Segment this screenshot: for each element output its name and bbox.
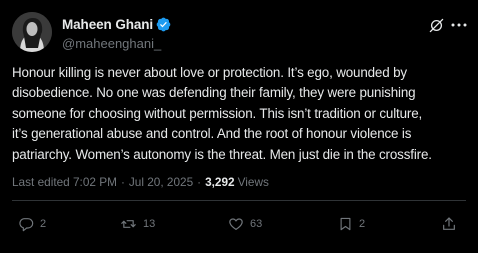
bookmark-count: 2 (359, 218, 366, 230)
bookmark-button[interactable]: 2 (338, 215, 365, 233)
tweet-text: Honour killing is never about love or pr… (12, 65, 432, 162)
share-icon (443, 217, 455, 230)
edited-timestamp[interactable]: Last edited 7:02 PM (12, 175, 117, 189)
tweet-meta: Last edited 7:02 PM · Jul 20, 2025 · 3,2… (12, 175, 269, 189)
like-count: 63 (250, 218, 263, 230)
profile-photo-icon (12, 12, 52, 52)
author-display-name[interactable]: Maheen Ghani (62, 17, 153, 32)
like-button[interactable]: 63 (228, 215, 262, 233)
divider (12, 200, 466, 201)
grok-icon[interactable] (428, 17, 444, 33)
views-label: Views (237, 175, 269, 189)
meta-separator: · (197, 175, 202, 189)
bookmark-icon (340, 217, 351, 231)
tweet-card: Maheen Ghani @maheenghani_ Honour killin… (0, 0, 478, 253)
author-handle[interactable]: @maheenghani_ (62, 36, 161, 51)
reply-button[interactable]: 2 (18, 215, 46, 233)
avatar[interactable] (12, 12, 52, 52)
meta-separator: · (120, 175, 125, 189)
views-count: 3,292 (205, 175, 235, 189)
heart-icon (229, 218, 243, 230)
reply-icon (19, 218, 34, 232)
tweet-date[interactable]: Jul 20, 2025 (129, 175, 193, 189)
author-name-row[interactable]: Maheen Ghani (62, 16, 171, 33)
repost-count: 13 (143, 218, 156, 230)
verified-badge-icon (156, 17, 171, 32)
reply-count: 2 (40, 218, 47, 230)
repost-button[interactable]: 13 (120, 215, 155, 233)
share-button[interactable] (441, 215, 457, 233)
more-options-icon[interactable] (450, 17, 468, 33)
repost-icon (121, 220, 136, 228)
